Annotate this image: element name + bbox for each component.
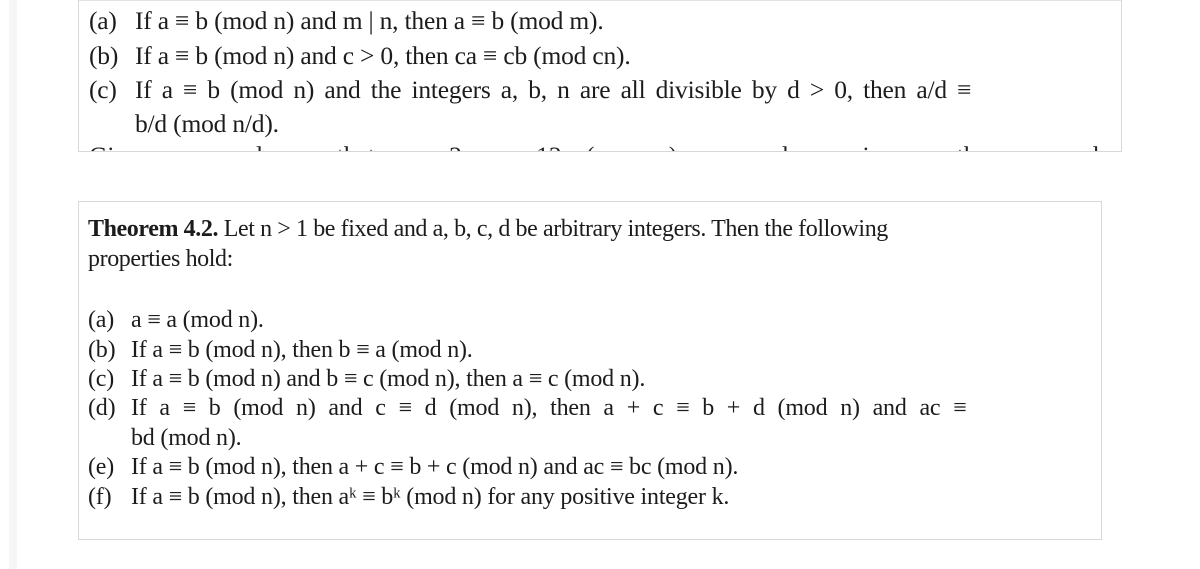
- list-item-continuation: b/d (mod n/d).: [135, 107, 279, 141]
- item-text: If a ≡ b (mod n), then a + c ≡ b + c (mo…: [131, 454, 739, 480]
- item-label: (b): [89, 41, 119, 70]
- item-text: If a ≡ b (mod n) and b ≡ c (mod n), then…: [131, 366, 646, 392]
- list-item: (b) If a ≡ b (mod n), then b ≡ a (mod n).: [88, 336, 473, 366]
- item-text: If a ≡ b (mod n), then b ≡ a (mod n).: [131, 337, 473, 363]
- item-text: b/d (mod n/d).: [135, 109, 279, 138]
- list-item-continuation: bd (mod n).: [131, 424, 242, 454]
- theorem-heading: Theorem 4.2.: [88, 216, 219, 242]
- item-label: (c): [89, 75, 117, 104]
- item-text: If a ≡ b (mod n) and c > 0, then ca ≡ cb…: [135, 41, 631, 70]
- list-item: (e) If a ≡ b (mod n), then a + c ≡ b + c …: [88, 453, 738, 483]
- item-text: bd (mod n).: [131, 425, 242, 451]
- clipped-text-line: Given … and … that … 2 … 12 ( … ) … and …: [89, 139, 1099, 151]
- statement-line-1: Let n > 1 be fixed and a, b, c, d be arb…: [223, 216, 889, 242]
- list-item: (c) If a ≡ b (mod n) and b ≡ c (mod n), t…: [88, 365, 645, 395]
- item-label: (a): [88, 307, 115, 333]
- item-text: If a ≡ b (mod n), then aᵏ ≡ bᵏ (mod n) f…: [131, 484, 730, 510]
- item-text: If a ≡ b (mod n) and m | n, then a ≡ b (…: [135, 6, 604, 35]
- left-margin-strip: [9, 0, 17, 569]
- item-text: If a ≡ b (mod n) and c ≡ d (mod n), then…: [131, 395, 967, 421]
- theorem-statement: Theorem 4.2. Let n > 1 be fixed and a, b…: [88, 214, 888, 274]
- list-item: (a) a ≡ a (mod n).: [88, 306, 264, 336]
- theorem-box: Theorem 4.2. Let n > 1 be fixed and a, b…: [78, 201, 1102, 540]
- list-item: (c) If a ≡ b (mod n) and the integers a, …: [89, 73, 971, 107]
- item-text: a ≡ a (mod n).: [131, 307, 264, 333]
- list-item: (b) If a ≡ b (mod n) and c > 0, then ca ≡…: [89, 39, 631, 73]
- item-label: (f): [88, 484, 112, 510]
- list-item: (a) If a ≡ b (mod n) and m | n, then a ≡ …: [89, 4, 604, 38]
- list-item: (d) If a ≡ b (mod n) and c ≡ d (mod n), t…: [88, 394, 967, 424]
- statement-line-2: properties hold:: [88, 246, 233, 272]
- list-item: (f) If a ≡ b (mod n), then aᵏ ≡ bᵏ (mod n…: [88, 483, 729, 513]
- item-label: (b): [88, 337, 116, 363]
- item-label: (e): [88, 454, 115, 480]
- item-text: If a ≡ b (mod n) and the integers a, b, …: [135, 75, 972, 104]
- item-label: (c): [88, 366, 115, 392]
- item-label: (d): [88, 395, 116, 421]
- upper-excerpt-box: (a) If a ≡ b (mod n) and m | n, then a ≡ …: [78, 0, 1122, 152]
- item-label: (a): [89, 6, 117, 35]
